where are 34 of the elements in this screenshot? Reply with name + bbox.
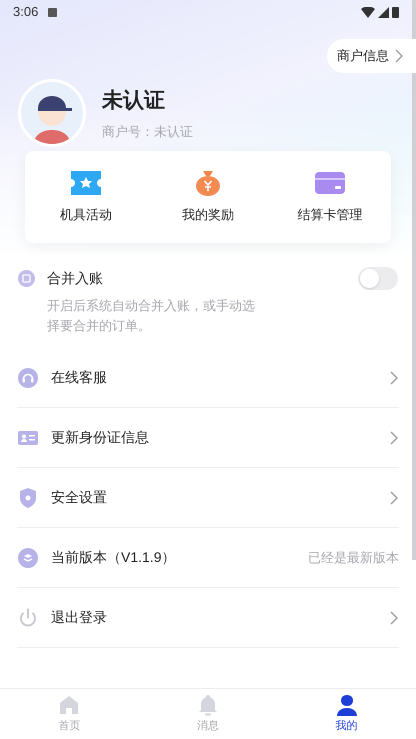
merge-icon bbox=[18, 270, 35, 287]
shortcut-button[interactable]: 机具活动 bbox=[25, 169, 147, 225]
menu-item[interactable]: 在线客服 bbox=[17, 348, 399, 408]
chevron-right-icon bbox=[390, 370, 399, 384]
shortcut-button[interactable]: 结算卡管理 bbox=[269, 169, 391, 225]
person-icon bbox=[336, 694, 358, 716]
menu-item[interactable]: 更新身份证信息 bbox=[17, 408, 399, 468]
merge-toggle[interactable] bbox=[358, 267, 398, 290]
power-icon bbox=[17, 606, 39, 628]
shield-icon bbox=[17, 486, 39, 508]
chevron-right-icon bbox=[395, 49, 404, 63]
merchant-info-button[interactable]: 商户信息 bbox=[327, 39, 416, 73]
version-status: 已经是最新版本 bbox=[308, 548, 399, 567]
signal-icon bbox=[378, 6, 389, 18]
battery-icon bbox=[392, 6, 399, 18]
menu-item[interactable]: 退出登录 bbox=[17, 588, 399, 648]
merchant-number: 商户号：未认证 bbox=[102, 123, 193, 141]
merge-description: 开启后系统自动合并入账，或手动选择要合并的订单。 bbox=[47, 297, 256, 335]
chevron-right-icon bbox=[390, 430, 399, 444]
chevron-right-icon bbox=[390, 490, 399, 504]
profile-name: 未认证 bbox=[102, 88, 166, 114]
menu-item[interactable]: 安全设置 bbox=[17, 468, 399, 528]
merge-title: 合并入账 bbox=[47, 269, 103, 288]
ticket-icon bbox=[70, 169, 102, 198]
shortcut-button[interactable]: 我的奖励 bbox=[147, 169, 269, 225]
nav-tab[interactable]: 我的 bbox=[277, 689, 416, 739]
headset-icon bbox=[17, 366, 39, 388]
layers-icon bbox=[17, 546, 39, 568]
chevron-right-icon bbox=[390, 610, 399, 624]
bell-icon bbox=[196, 694, 219, 716]
home-icon bbox=[58, 694, 80, 716]
menu-item[interactable]: 当前版本（V1.1.9） 已经是最新版本 bbox=[17, 528, 399, 588]
wifi-icon bbox=[361, 6, 375, 18]
status-time: 3:06 bbox=[13, 3, 38, 22]
